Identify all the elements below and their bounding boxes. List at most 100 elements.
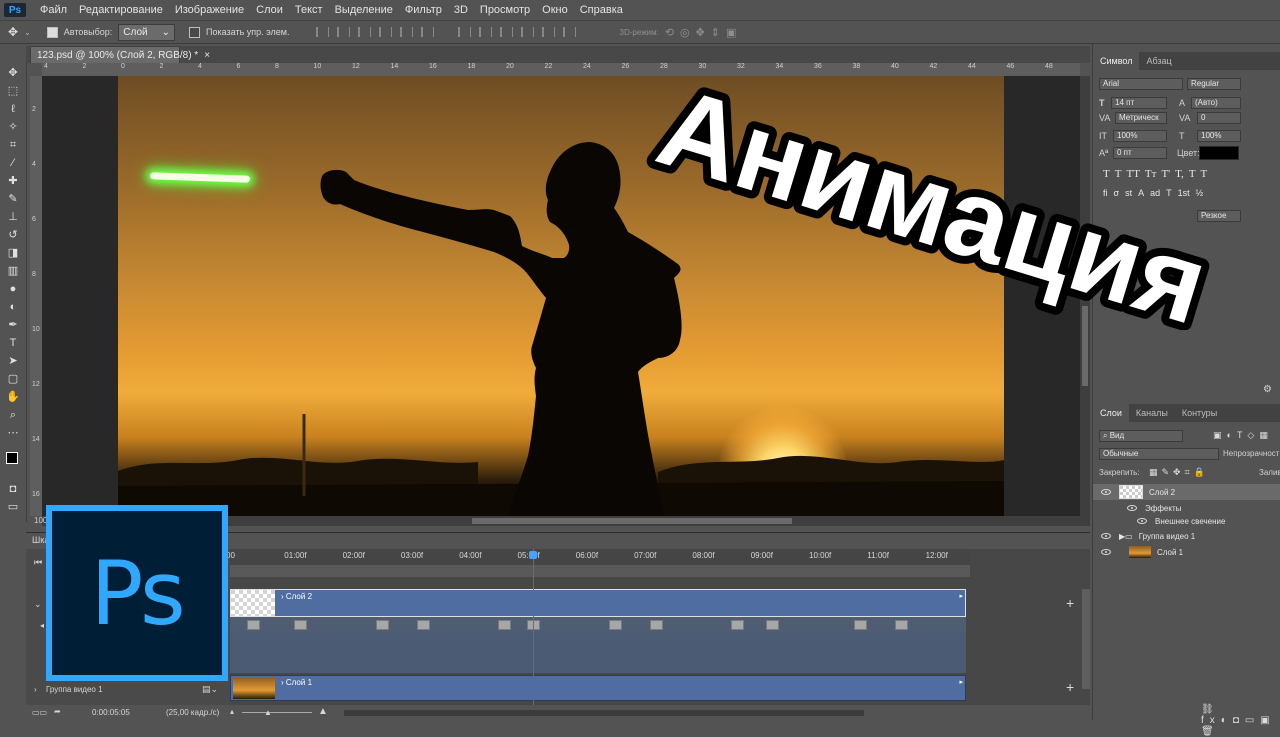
keyframe-marker[interactable] xyxy=(766,620,780,630)
align-left-icon[interactable] xyxy=(378,27,392,37)
distribute-top-icon[interactable] xyxy=(457,27,471,37)
work-area-bar[interactable] xyxy=(230,565,970,577)
eyedropper-tool-icon[interactable]: ⁄ xyxy=(5,156,21,170)
brush-tool-icon[interactable]: ✎ xyxy=(5,192,21,206)
align-top-icon[interactable] xyxy=(315,27,329,37)
move-tool-icon[interactable]: ✥ xyxy=(8,25,18,39)
layer-row-layer1[interactable]: Слой 1 xyxy=(1093,544,1280,560)
clip-end-handle-icon[interactable]: ▸ xyxy=(959,592,963,600)
menu-item-9[interactable]: Окно xyxy=(536,4,574,16)
layer-filter-icons[interactable]: ▣◐T◇▦ xyxy=(1213,430,1273,441)
keyframe-marker[interactable] xyxy=(416,620,430,630)
menu-item-5[interactable]: Выделение xyxy=(329,4,399,16)
timeline-zoom-slider[interactable] xyxy=(242,712,312,713)
tool-preset-chevron-icon[interactable]: ⌄ xyxy=(24,28,31,37)
distribute-vcenter-icon[interactable] xyxy=(478,27,492,37)
menu-item-10[interactable]: Справка xyxy=(574,4,629,16)
playhead-line[interactable] xyxy=(533,549,535,721)
lasso-tool-icon[interactable]: ℓ xyxy=(5,102,21,116)
pen-tool-icon[interactable]: ✒ xyxy=(5,318,21,332)
healing-brush-tool-icon[interactable]: ✚ xyxy=(5,174,21,188)
add-media-button[interactable]: + xyxy=(1066,679,1074,695)
hand-tool-icon[interactable]: ✋ xyxy=(5,390,21,404)
keyframe-marker[interactable] xyxy=(498,620,512,630)
timeline-ruler[interactable]: 0001:00f02:00f03:00f04:00f05:00f06:00f07… xyxy=(226,549,970,566)
clip-end-handle-icon[interactable]: ▸ xyxy=(959,678,963,686)
visibility-eye-icon[interactable] xyxy=(1137,518,1147,524)
history-brush-tool-icon[interactable]: ↺ xyxy=(5,228,21,242)
timeline-horizontal-scrollbar[interactable] xyxy=(344,710,864,716)
visibility-eye-icon[interactable] xyxy=(1101,533,1111,539)
keyframe-marker[interactable] xyxy=(894,620,908,630)
track-clip-layer2[interactable]: › Слой 2 ▸ xyxy=(230,589,966,617)
menu-item-2[interactable]: Изображение xyxy=(169,4,250,16)
menu-item-7[interactable]: 3D xyxy=(448,4,474,16)
move-tool-icon[interactable]: ✥ xyxy=(5,66,21,80)
menu-item-3[interactable]: Слои xyxy=(250,4,289,16)
keyframe-marker[interactable] xyxy=(731,620,745,630)
autoselect-checkbox[interactable] xyxy=(46,26,58,38)
add-media-button[interactable]: + xyxy=(1066,595,1074,611)
go-to-first-frame-icon[interactable]: ⏮ xyxy=(34,557,42,568)
tab-paths[interactable]: Контуры xyxy=(1175,404,1224,422)
rectangle-tool-icon[interactable]: ▢ xyxy=(5,372,21,386)
lock-icons[interactable]: ▦✎✥⌗🔒 xyxy=(1149,467,1209,478)
menu-item-4[interactable]: Текст xyxy=(289,4,329,16)
menu-item-0[interactable]: Файл xyxy=(34,4,73,16)
clone-stamp-tool-icon[interactable]: ⊥ xyxy=(5,210,21,224)
close-icon[interactable]: × xyxy=(204,50,210,61)
render-video-icon[interactable]: ▭▭ xyxy=(32,708,47,717)
empty-track-area[interactable] xyxy=(230,633,966,673)
distribute-bottom-icon[interactable] xyxy=(499,27,513,37)
magic-wand-tool-icon[interactable]: ✧ xyxy=(5,120,21,134)
zoom-out-icon[interactable]: ▴ xyxy=(230,707,234,716)
screen-mode-icon[interactable]: ▭ xyxy=(5,500,21,514)
current-time[interactable]: 0:00:05:05 xyxy=(92,708,130,717)
keyframe-marker[interactable] xyxy=(608,620,622,630)
keyframe-marker[interactable] xyxy=(649,620,663,630)
keyframe-lane[interactable] xyxy=(230,617,966,633)
distribute-right-icon[interactable] xyxy=(562,27,576,37)
keyframe-nav-icon[interactable]: ◂ xyxy=(40,621,44,630)
film-strip-icon[interactable]: ▤⌄ xyxy=(202,684,218,695)
keyframe-marker[interactable] xyxy=(247,620,261,630)
type-tool-icon[interactable]: T xyxy=(5,336,21,350)
layer-row-layer2[interactable]: Слой 2 xyxy=(1093,484,1280,500)
track-clip-layer1[interactable]: › Слой 1 ▸ xyxy=(230,675,966,701)
timeline-zoom-thumb[interactable]: ▲ xyxy=(264,708,272,717)
layer-row-video-group[interactable]: ▶▭ Группа видео 1 xyxy=(1093,528,1280,544)
collapse-chevron-icon[interactable]: ⌄ xyxy=(34,599,42,610)
menu-item-6[interactable]: Фильтр xyxy=(399,4,448,16)
menu-item-1[interactable]: Редактирование xyxy=(73,4,169,16)
distribute-hcenter-icon[interactable] xyxy=(541,27,555,37)
align-right-icon[interactable] xyxy=(420,27,434,37)
quick-mask-icon[interactable]: ◘ xyxy=(5,482,21,496)
menu-item-8[interactable]: Просмотр xyxy=(474,4,536,16)
marquee-tool-icon[interactable]: ⬚ xyxy=(5,84,21,98)
foreground-color-swatch[interactable] xyxy=(6,452,18,464)
keyframe-marker[interactable] xyxy=(294,620,308,630)
eraser-tool-icon[interactable]: ◨ xyxy=(5,246,21,260)
keyframe-marker[interactable] xyxy=(853,620,867,630)
layer-filter-select[interactable]: ⌕ Вид xyxy=(1099,430,1183,442)
dodge-tool-icon[interactable]: ◐ xyxy=(5,300,21,314)
layers-footer-icons[interactable]: ⛓fx◐◘▭▣🗑 xyxy=(1201,704,1280,737)
path-selection-tool-icon[interactable]: ➤ xyxy=(5,354,21,368)
visibility-eye-icon[interactable] xyxy=(1101,549,1111,555)
tab-layers[interactable]: Слои xyxy=(1093,404,1129,422)
crop-tool-icon[interactable]: ⌗ xyxy=(5,138,21,152)
expand-chevron-icon[interactable]: › xyxy=(34,685,37,694)
playhead-handle[interactable] xyxy=(529,551,538,559)
more-tools-icon[interactable]: ⋯ xyxy=(5,426,21,440)
align-bottom-icon[interactable] xyxy=(357,27,371,37)
zoom-in-icon[interactable]: ▲ xyxy=(318,706,328,717)
visibility-eye-icon[interactable] xyxy=(1127,505,1137,511)
distribute-left-icon[interactable] xyxy=(520,27,534,37)
keyframe-marker[interactable] xyxy=(375,620,389,630)
blur-tool-icon[interactable]: ● xyxy=(5,282,21,296)
autoselect-dropdown[interactable]: Слой ⌄ xyxy=(118,23,176,41)
tab-channels[interactable]: Каналы xyxy=(1129,404,1175,422)
document-tab[interactable]: 123.psd @ 100% (Слой 2, RGB/8) * × xyxy=(30,46,210,63)
photoshop-app-icon[interactable]: Ps xyxy=(4,3,26,17)
gradient-tool-icon[interactable]: ▥ xyxy=(5,264,21,278)
